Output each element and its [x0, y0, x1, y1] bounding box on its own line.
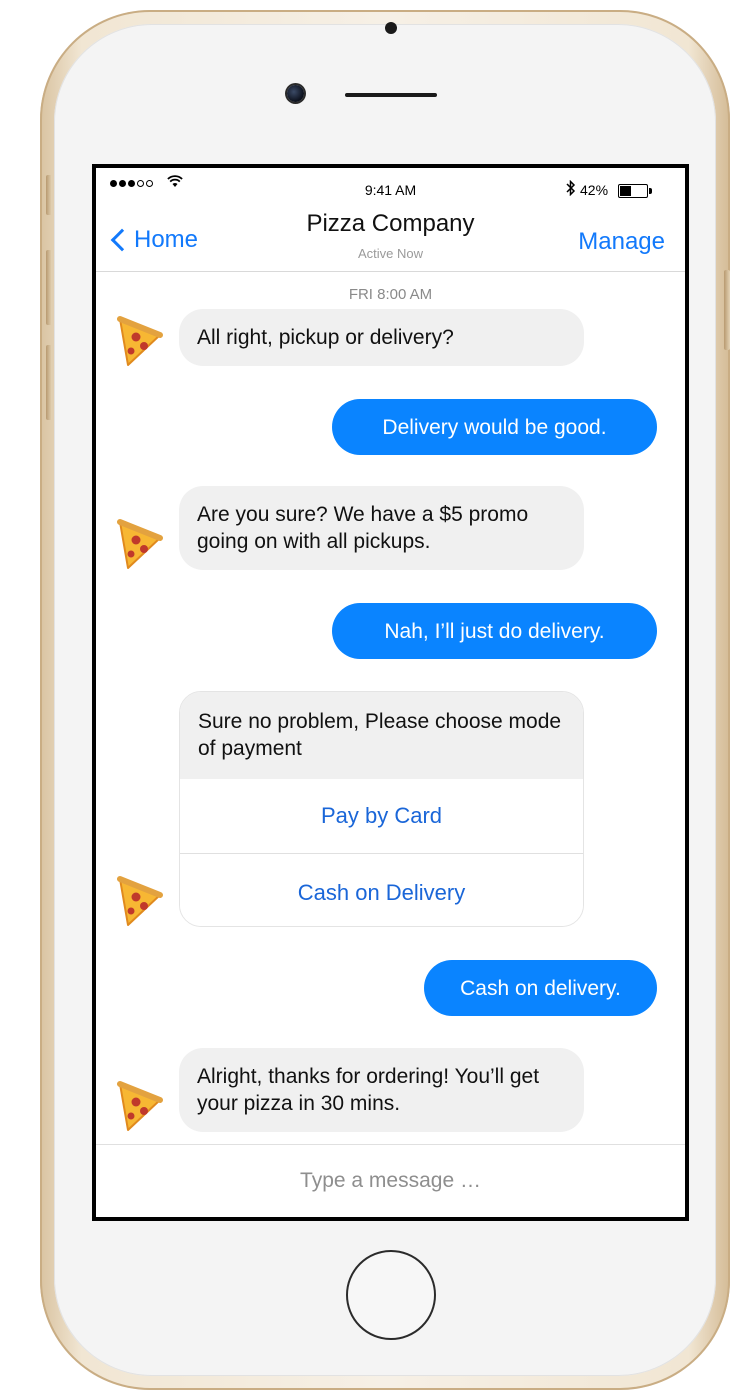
volume-up-button — [46, 250, 52, 325]
volume-down-button — [46, 345, 52, 420]
message-text: Delivery would be good. — [382, 415, 607, 439]
chat-timestamp: FRI 8:00 AM — [348, 286, 433, 303]
message-text: Nah, I’ll just do delivery. — [384, 619, 605, 643]
mute-switch — [46, 175, 52, 215]
battery-icon — [618, 184, 648, 198]
battery-level — [620, 186, 631, 196]
pizza-slice-icon — [117, 876, 163, 926]
pizza-slice-icon — [117, 519, 163, 569]
message-input[interactable] — [180, 1168, 601, 1194]
outgoing-message: Delivery would be good. — [332, 399, 657, 455]
message-text: Alright, thanks for ordering! You’ll get… — [197, 1065, 540, 1115]
manage-button[interactable]: Manage — [578, 228, 665, 256]
outgoing-message: Nah, I’ll just do delivery. — [332, 603, 657, 659]
incoming-message: All right, pickup or delivery? — [179, 309, 584, 366]
payment-options-card: Sure no problem, Please choose mode of p… — [179, 691, 584, 927]
battery-nub — [649, 188, 652, 194]
outgoing-message: Cash on delivery. — [424, 960, 657, 1016]
home-button[interactable] — [346, 1250, 436, 1340]
message-text: Are you sure? We have a $5 promo going o… — [197, 503, 529, 553]
cash-on-delivery-button[interactable]: Cash on Delivery — [180, 855, 583, 926]
message-composer — [96, 1144, 685, 1217]
incoming-message: Alright, thanks for ordering! You’ll get… — [179, 1048, 584, 1132]
battery-percent: 42% — [580, 182, 609, 198]
pizza-slice-icon — [117, 316, 163, 366]
status-bar: 9:41 AM 42% — [96, 168, 685, 199]
proximity-sensor — [385, 22, 397, 34]
earpiece-speaker — [345, 93, 437, 97]
pay-by-card-button[interactable]: Pay by Card — [180, 779, 583, 854]
navigation-bar: Home Pizza Company Active Now Manage — [96, 198, 685, 272]
message-text: Cash on delivery. — [460, 976, 621, 1000]
phone-screen: 9:41 AM 42% Home Pizza Company Active No… — [92, 164, 689, 1221]
front-camera — [287, 85, 304, 102]
pizza-slice-icon — [117, 1081, 163, 1131]
message-text: All right, pickup or delivery? — [197, 326, 454, 349]
power-button — [724, 270, 730, 350]
bluetooth-icon — [566, 179, 576, 199]
incoming-message: Are you sure? We have a $5 promo going o… — [179, 486, 584, 570]
card-message-text: Sure no problem, Please choose mode of p… — [180, 692, 583, 779]
messenger-screen: 9:41 AM 42% Home Pizza Company Active No… — [96, 168, 685, 1217]
